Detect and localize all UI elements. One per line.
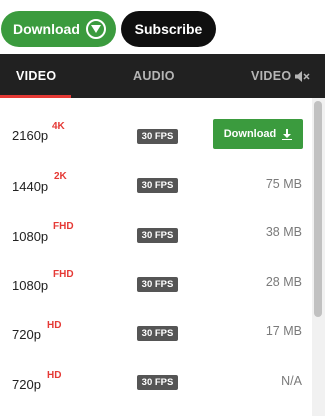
fps-badge: 30 FPS: [137, 228, 178, 243]
scrollbar-thumb[interactable]: [314, 101, 322, 317]
fps-badge: 30 FPS: [137, 326, 178, 341]
subscribe-button-label: Subscribe: [134, 21, 203, 37]
quality-badge: HD: [47, 370, 62, 381]
list-item: 2160p 4K 30 FPS Download: [0, 109, 310, 159]
row-download-button[interactable]: Download: [213, 119, 303, 149]
file-size: 75 MB: [265, 177, 302, 191]
resolution-label: 2160p: [12, 128, 49, 143]
chevron-down-circle-icon: [85, 19, 106, 39]
tab-video-muted[interactable]: VIDEO: [251, 54, 311, 98]
fps-badge: 30 FPS: [137, 178, 178, 193]
fps-badge: 30 FPS: [137, 277, 178, 292]
list-item: 1440p 2K 30 FPS 75 MB: [0, 159, 310, 209]
tab-audio[interactable]: AUDIO: [133, 54, 175, 98]
tab-video-muted-label: VIDEO: [251, 69, 292, 83]
resolution-label: 1080p: [12, 229, 49, 244]
fps-badge: 30 FPS: [137, 375, 178, 390]
subscribe-button[interactable]: Subscribe: [121, 11, 216, 47]
quality-badge: 2K: [54, 171, 67, 182]
file-size: 38 MB: [265, 225, 302, 239]
download-button[interactable]: Download: [1, 11, 116, 47]
quality-badge: 4K: [52, 121, 65, 132]
fps-badge: 30 FPS: [137, 129, 178, 144]
tab-video[interactable]: VIDEO: [16, 54, 56, 98]
file-size: 17 MB: [265, 324, 302, 338]
quality-badge: HD: [47, 320, 62, 331]
resolution-label: 1440p: [12, 179, 49, 194]
formats-list: 2160p 4K 30 FPS Download 1440p 2K 30 FPS…: [0, 98, 325, 416]
resolution-label: 720p: [12, 377, 41, 392]
tab-audio-label: AUDIO: [133, 69, 175, 83]
resolution-label: 1080p: [12, 278, 49, 293]
list-item: 1080p FHD 30 FPS 38 MB: [0, 209, 310, 259]
top-bar: Download Subscribe: [0, 0, 325, 54]
download-icon: [282, 128, 293, 140]
file-size: N/A: [281, 374, 302, 388]
row-download-label: Download: [223, 128, 277, 140]
resolution-label: 720p: [12, 327, 41, 342]
list-item: 1080p FHD 30 FPS 28 MB: [0, 258, 310, 308]
download-button-label: Download: [13, 21, 80, 37]
quality-badge: FHD: [53, 221, 74, 232]
file-size: 28 MB: [265, 275, 302, 289]
mute-icon: [295, 70, 311, 82]
list-item: 720p HD 30 FPS N/A: [0, 358, 310, 408]
quality-badge: FHD: [53, 269, 74, 280]
tab-video-label: VIDEO: [16, 69, 57, 83]
format-tabs: VIDEO AUDIO VIDEO: [0, 54, 325, 98]
list-item: 720p HD 30 FPS 17 MB: [0, 308, 310, 358]
